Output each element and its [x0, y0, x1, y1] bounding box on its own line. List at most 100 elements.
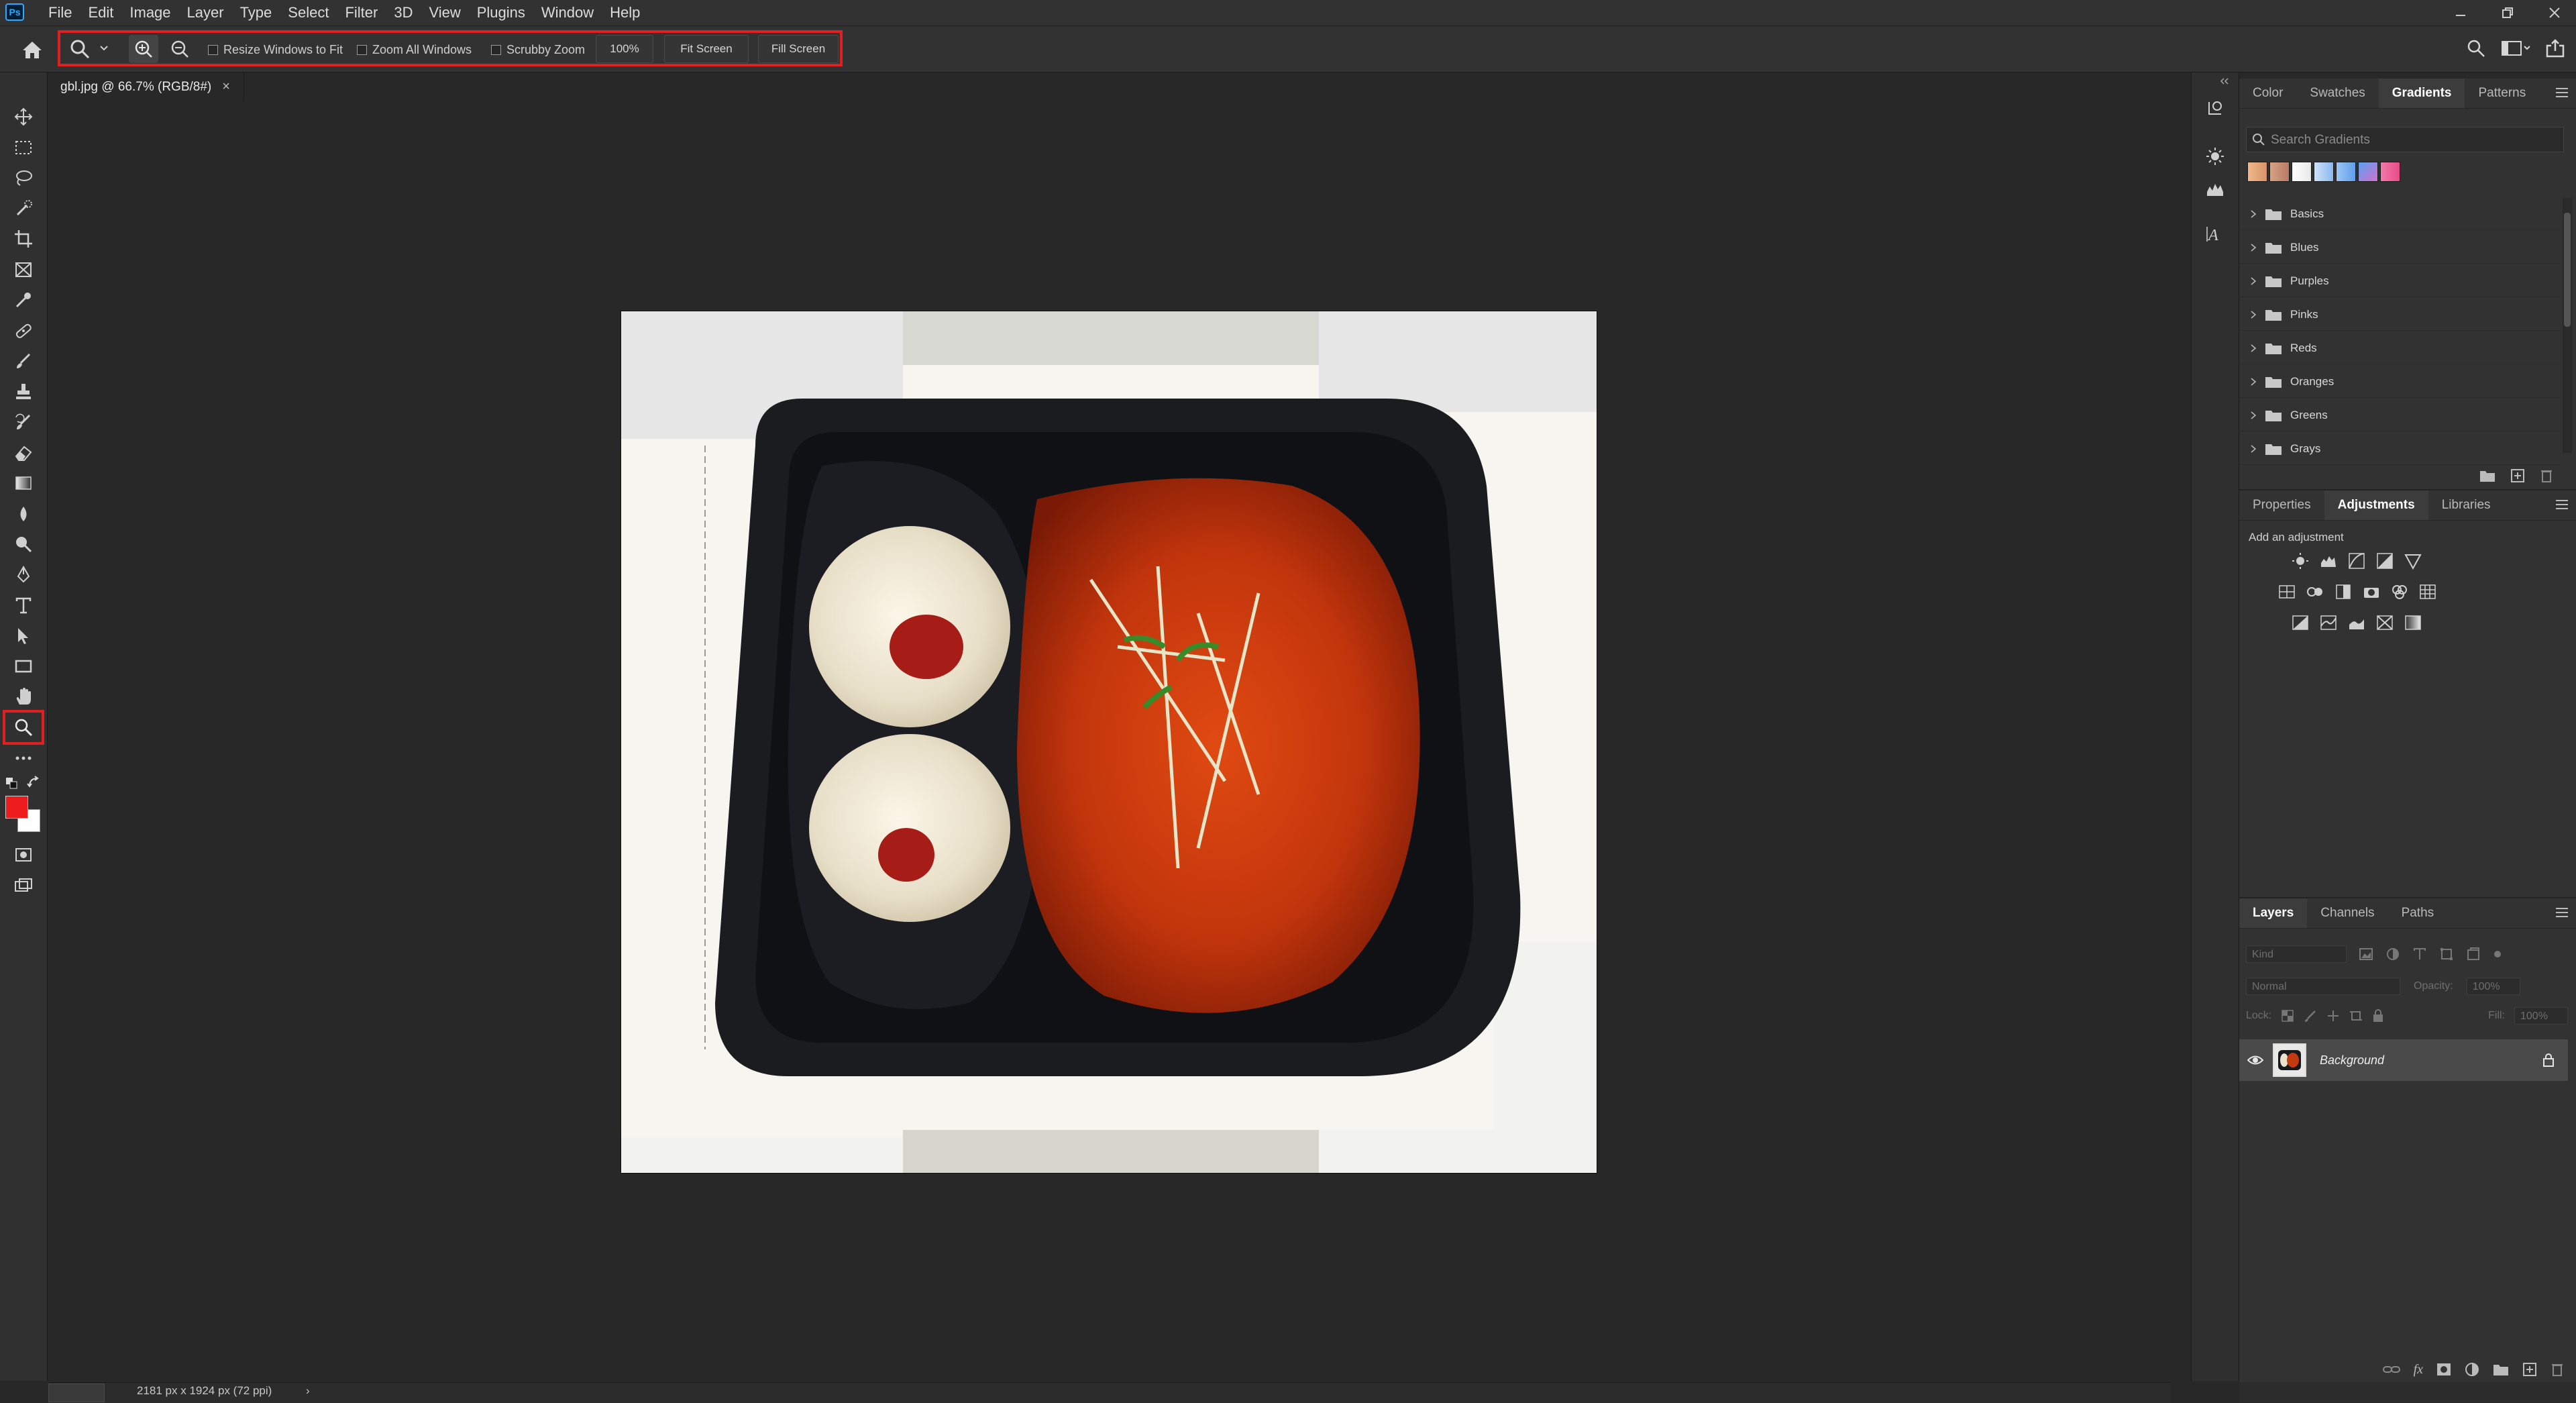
- lock-artboard-icon[interactable]: [2349, 1009, 2363, 1023]
- eraser-tool-icon[interactable]: [9, 439, 38, 466]
- tab-channels[interactable]: Channels: [2307, 898, 2387, 928]
- menu-3d[interactable]: 3D: [386, 0, 421, 25]
- visibility-eye-icon[interactable]: [2247, 1054, 2263, 1066]
- tab-paths[interactable]: Paths: [2388, 898, 2448, 928]
- black-white-icon[interactable]: [2333, 582, 2353, 602]
- delete-icon[interactable]: [2540, 468, 2553, 483]
- blend-mode-select[interactable]: Normal: [2246, 978, 2400, 995]
- lasso-tool-icon[interactable]: [9, 164, 38, 191]
- chevron-right-icon[interactable]: [2250, 243, 2257, 252]
- folder-pinks[interactable]: Pinks: [2239, 299, 2560, 331]
- chevron-right-icon[interactable]: [2250, 310, 2257, 319]
- gradient-preset[interactable]: [2380, 162, 2400, 182]
- fill-screen-button[interactable]: Fill Screen: [758, 35, 839, 63]
- checkbox-box[interactable]: [208, 44, 218, 55]
- resize-windows-checkbox[interactable]: Resize Windows to Fit: [208, 43, 343, 56]
- tab-libraries[interactable]: Libraries: [2428, 490, 2504, 520]
- panel-menu-icon[interactable]: [2555, 499, 2569, 511]
- new-layer-icon[interactable]: [2522, 1362, 2537, 1377]
- zoom-100-button[interactable]: 100%: [596, 35, 653, 63]
- folder-oranges[interactable]: Oranges: [2239, 366, 2560, 398]
- close-icon[interactable]: [2540, 0, 2569, 25]
- levels-icon[interactable]: [2318, 551, 2339, 571]
- search-icon[interactable]: [2466, 38, 2486, 58]
- curves-icon[interactable]: [2347, 551, 2367, 571]
- lock-pixels-icon[interactable]: [2304, 1009, 2317, 1023]
- character-panel-icon[interactable]: A: [2205, 224, 2225, 244]
- gradient-preset[interactable]: [2358, 162, 2378, 182]
- new-group-icon[interactable]: [2493, 1363, 2509, 1376]
- menu-type[interactable]: Type: [232, 0, 280, 25]
- color-balance-icon[interactable]: [2305, 582, 2325, 602]
- more-tools-icon[interactable]: [9, 745, 38, 772]
- lock-position-icon[interactable]: [2326, 1009, 2340, 1023]
- menu-window[interactable]: Window: [533, 0, 602, 25]
- restore-icon[interactable]: [2493, 0, 2522, 25]
- quick-selection-tool-icon[interactable]: [9, 195, 38, 222]
- photo-filter-icon[interactable]: [2361, 582, 2381, 602]
- shape-filter-icon[interactable]: [2439, 947, 2454, 962]
- menu-image[interactable]: Image: [121, 0, 178, 25]
- gradient-preset[interactable]: [2336, 162, 2356, 182]
- brush-tool-icon[interactable]: [9, 348, 38, 374]
- status-menu-arrow[interactable]: ›: [306, 1384, 310, 1398]
- default-colors-icon[interactable]: [5, 777, 17, 789]
- healing-brush-tool-icon[interactable]: [9, 317, 38, 344]
- foreground-color-swatch[interactable]: [5, 796, 28, 819]
- home-icon[interactable]: [19, 36, 46, 63]
- tab-layers[interactable]: Layers: [2239, 898, 2308, 928]
- zoom-in-button[interactable]: [129, 35, 158, 63]
- folder-purples[interactable]: Purples: [2239, 265, 2560, 297]
- layer-row-background[interactable]: Background: [2239, 1039, 2568, 1081]
- swap-colors-icon[interactable]: [27, 776, 40, 789]
- move-tool-icon[interactable]: [9, 103, 38, 130]
- hand-tool-icon[interactable]: [9, 684, 38, 711]
- crop-tool-icon[interactable]: [9, 225, 38, 252]
- zoom-all-windows-checkbox[interactable]: Zoom All Windows: [357, 43, 472, 56]
- chevron-right-icon[interactable]: [2250, 209, 2257, 219]
- smart-object-filter-icon[interactable]: [2466, 947, 2481, 962]
- menu-plugins[interactable]: Plugins: [469, 0, 533, 25]
- clone-stamp-tool-icon[interactable]: [9, 378, 38, 405]
- new-group-icon[interactable]: [2479, 469, 2496, 482]
- new-gradient-icon[interactable]: [2510, 468, 2525, 483]
- filter-toggle-icon[interactable]: [2493, 949, 2502, 959]
- chevron-right-icon[interactable]: [2250, 344, 2257, 353]
- brightness-panel-icon[interactable]: [2205, 146, 2225, 166]
- tab-adjustments[interactable]: Adjustments: [2324, 490, 2428, 520]
- exposure-icon[interactable]: [2375, 551, 2395, 571]
- panel-menu-icon[interactable]: [2555, 87, 2569, 99]
- pixel-filter-icon[interactable]: [2359, 947, 2373, 962]
- tab-patterns[interactable]: Patterns: [2465, 79, 2539, 108]
- color-lookup-icon[interactable]: [2418, 582, 2438, 602]
- gradient-preset[interactable]: [2314, 162, 2334, 182]
- status-zoom-field[interactable]: [48, 1384, 105, 1402]
- share-icon[interactable]: [2545, 38, 2565, 58]
- dodge-tool-icon[interactable]: [9, 531, 38, 558]
- folder-blues[interactable]: Blues: [2239, 231, 2560, 264]
- invert-icon[interactable]: [2290, 613, 2310, 633]
- chevron-down-icon[interactable]: [99, 44, 109, 52]
- add-mask-icon[interactable]: [2436, 1363, 2451, 1376]
- workspace-icon[interactable]: [2501, 38, 2530, 58]
- folder-greens[interactable]: Greens: [2239, 399, 2560, 431]
- brightness-contrast-icon[interactable]: [2290, 551, 2310, 571]
- frame-tool-icon[interactable]: [9, 256, 38, 283]
- checkbox-box[interactable]: [491, 44, 501, 55]
- document-tab[interactable]: gbl.jpg @ 66.7% (RGB/8#) ×: [50, 72, 244, 101]
- history-brush-tool-icon[interactable]: [9, 409, 38, 435]
- zoom-out-button[interactable]: [165, 35, 195, 63]
- screen-mode-icon[interactable]: [9, 872, 38, 899]
- pen-tool-icon[interactable]: [9, 562, 38, 588]
- folder-reds[interactable]: Reds: [2239, 332, 2560, 364]
- tab-swatches[interactable]: Swatches: [2296, 79, 2378, 108]
- minimize-icon[interactable]: [2446, 0, 2475, 25]
- blur-tool-icon[interactable]: [9, 501, 38, 527]
- eyedropper-tool-icon[interactable]: [9, 287, 38, 313]
- layer-kind-filter[interactable]: Kind: [2246, 945, 2347, 963]
- panel-menu-icon[interactable]: [2555, 906, 2569, 919]
- marquee-tool-icon[interactable]: [9, 134, 38, 161]
- channel-mixer-icon[interactable]: [2390, 582, 2410, 602]
- type-tool-icon[interactable]: [9, 592, 38, 619]
- path-selection-tool-icon[interactable]: [9, 623, 38, 649]
